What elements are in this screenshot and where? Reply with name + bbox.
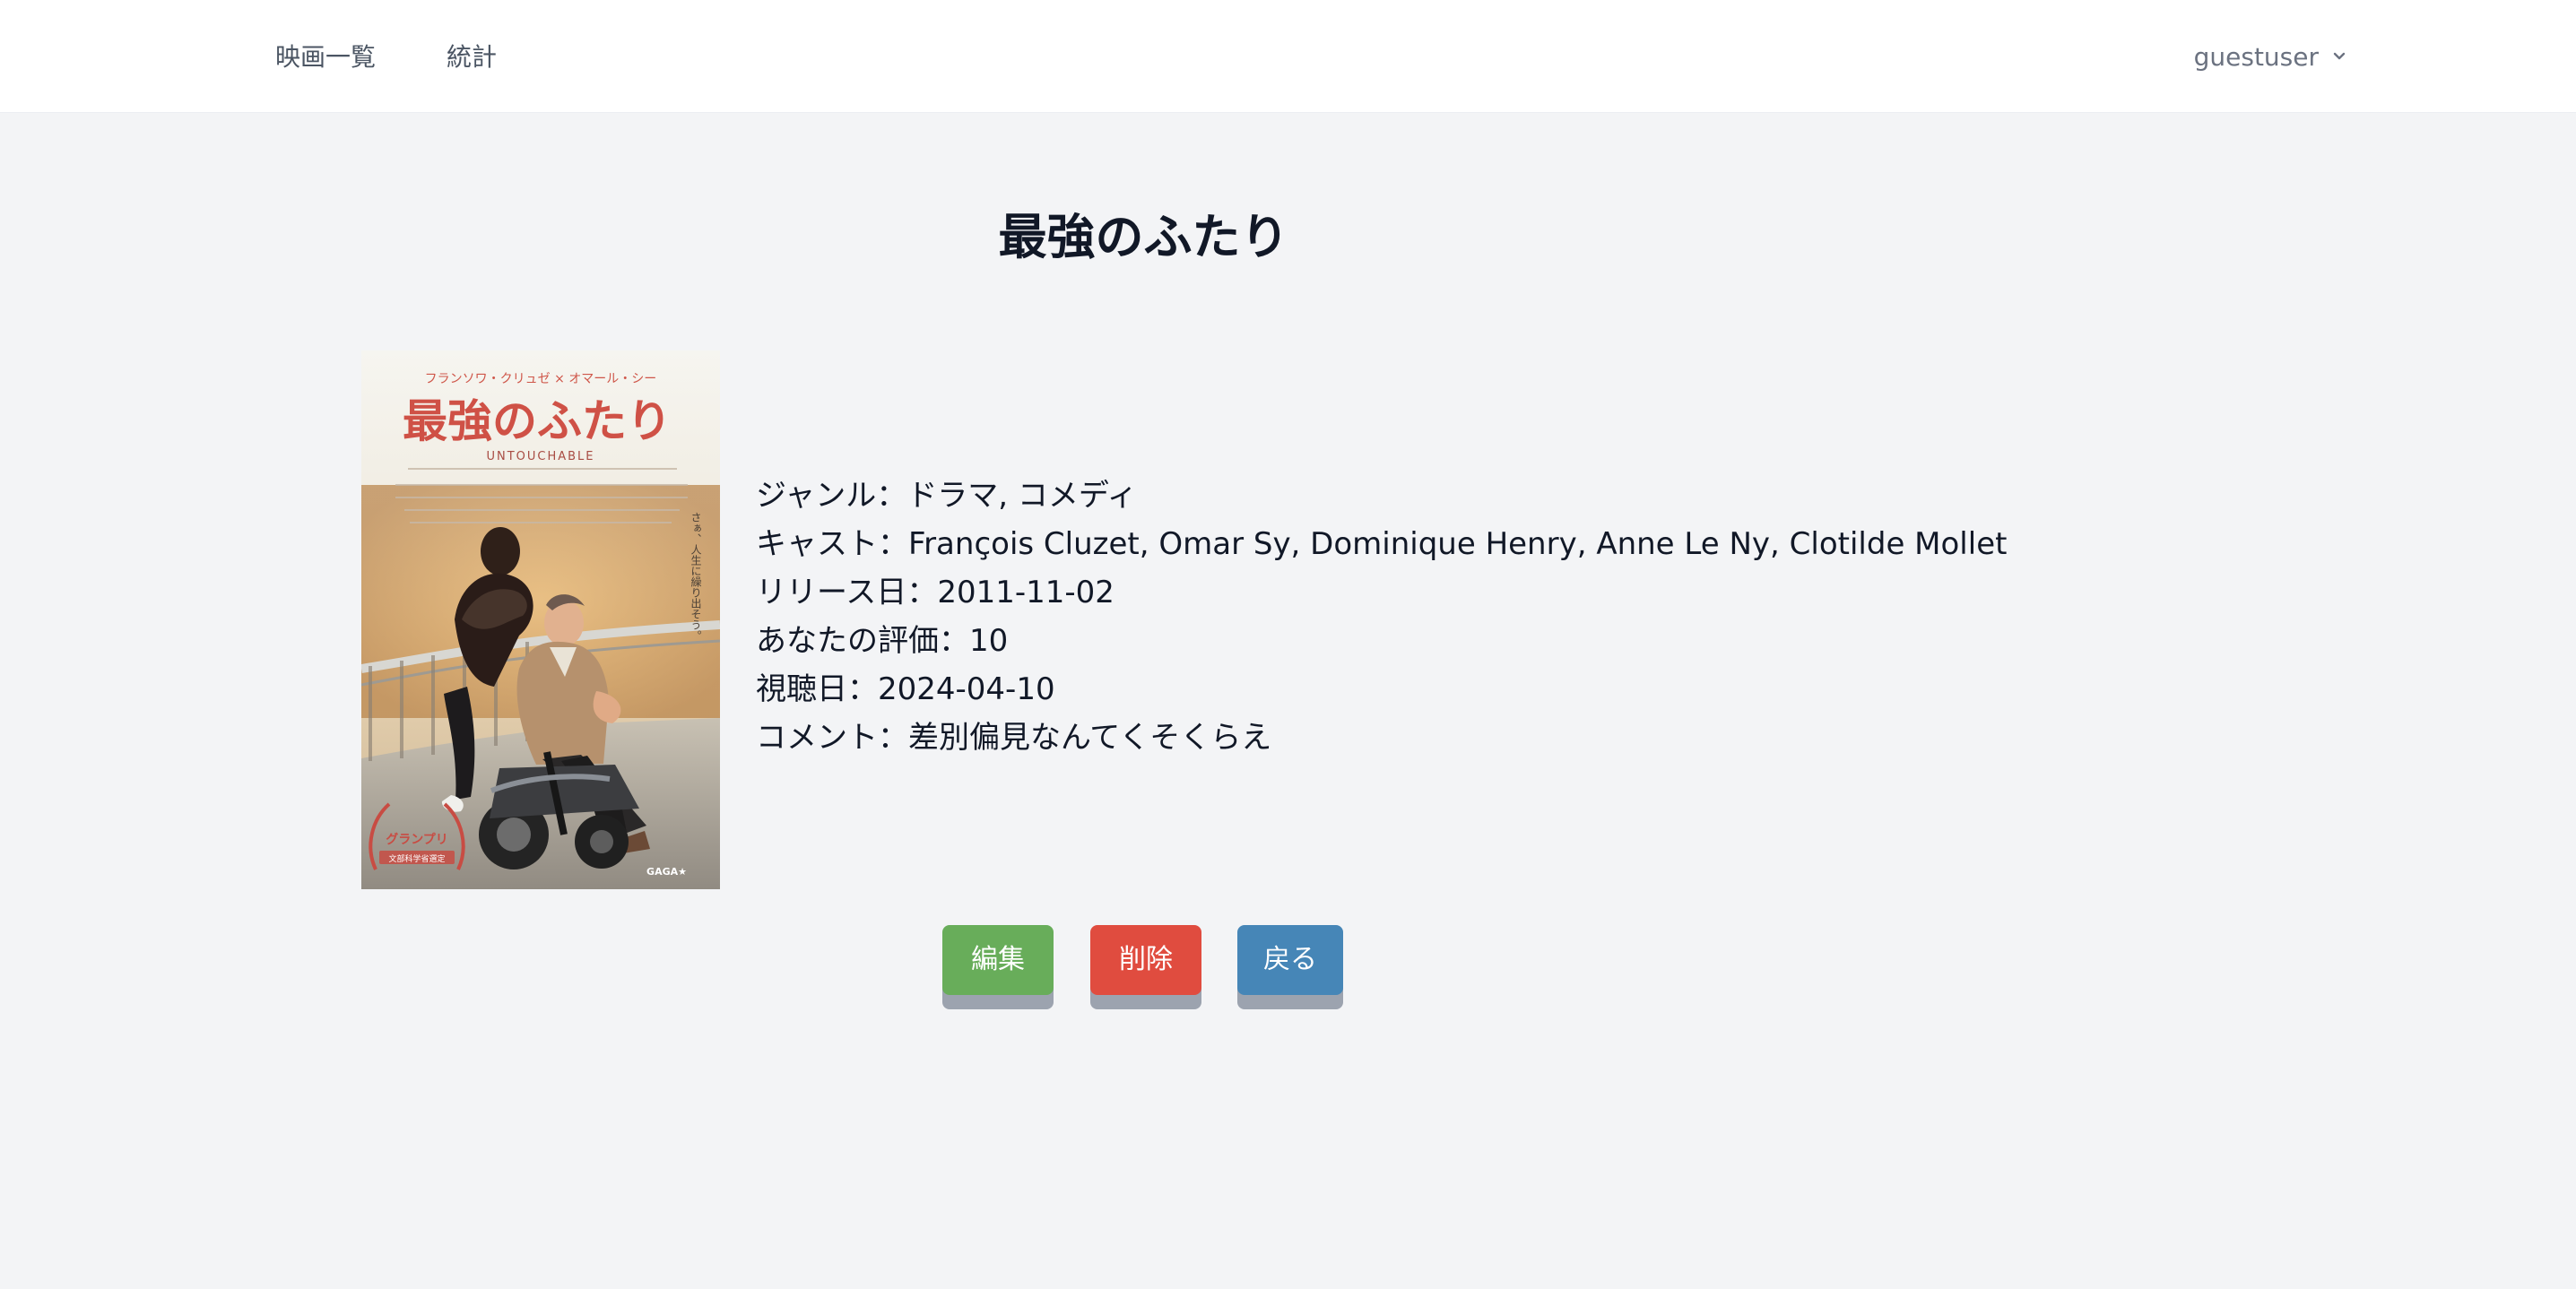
- top-navigation: 映画一覧 統計 guestuser: [0, 0, 2576, 113]
- poster-artwork: フランソワ・クリュゼ × オマール・シー 最強のふたり UNTOUCHABLE …: [361, 350, 720, 889]
- watched-date-label: 視聴日: [756, 671, 847, 707]
- chevron-down-icon-svg: [2333, 52, 2346, 60]
- release-date-value: 2011-11-02: [937, 575, 1115, 610]
- poster-top-caption: フランソワ・クリュゼ × オマール・シー: [425, 372, 657, 386]
- back-button[interactable]: 戻る: [1237, 925, 1343, 995]
- page-title: 最強のふたり: [998, 209, 1289, 265]
- watched-date-row: 視聴日：2024-04-10: [756, 665, 2056, 714]
- edit-button[interactable]: 編集: [942, 925, 1054, 995]
- rating-row: あなたの評価：10: [756, 617, 2056, 665]
- movie-actions: 編集 削除 戻る: [942, 925, 1346, 1015]
- cast-value: François Cluzet, Omar Sy, Dominique Henr…: [908, 526, 2008, 562]
- comment-label: コメント: [756, 720, 878, 756]
- poster-subtitle: UNTOUCHABLE: [486, 450, 594, 463]
- detail-separator: ：: [939, 623, 969, 659]
- detail-separator: ：: [878, 526, 908, 562]
- poster-distributor: GAGA★: [646, 866, 687, 878]
- movie-poster: フランソワ・クリュゼ × オマール・シー 最強のふたり UNTOUCHABLE …: [361, 350, 720, 889]
- genre-row: ジャンル：ドラマ, コメディ: [756, 471, 2056, 520]
- comment-value: 差別偏見なんてくそくらえ: [908, 720, 1272, 756]
- detail-separator: ：: [878, 720, 908, 756]
- statistics-link[interactable]: 統計: [447, 39, 497, 75]
- cast-row: キャスト：François Cluzet, Omar Sy, Dominique…: [756, 520, 2056, 568]
- username: guestuser: [2193, 42, 2319, 72]
- chevron-down-icon: [2329, 47, 2349, 66]
- poster-award-detail: 文部科学省選定: [388, 853, 445, 864]
- rating-value: 10: [969, 623, 1009, 659]
- detail-separator: ：: [847, 671, 878, 707]
- watched-date-value: 2024-04-10: [878, 671, 1055, 707]
- user-menu[interactable]: guestuser: [2194, 39, 2349, 75]
- poster-title: 最強のふたり: [403, 395, 672, 447]
- release-date-row: リリース日：2011-11-02: [756, 568, 2056, 617]
- poster-award-text: グランプリ: [386, 832, 448, 847]
- release-date-label: リリース日: [756, 575, 907, 610]
- delete-button[interactable]: 削除: [1090, 925, 1201, 995]
- rating-label: あなたの評価: [756, 623, 939, 659]
- movies-list-link[interactable]: 映画一覧: [275, 39, 376, 75]
- poster-side-copy: さぁ、人生に繰り出そう。: [690, 512, 702, 641]
- movie-detail-page: 最強のふたり フランソワ・クリュゼ × オマール・シー 最強のふたり UNTOU…: [0, 113, 2576, 1289]
- genre-value: ドラマ, コメディ: [906, 478, 1138, 514]
- detail-separator: ：: [906, 575, 938, 610]
- genre-label: ジャンル: [756, 478, 877, 514]
- movie-details: ジャンル：ドラマ, コメディ キャスト：François Cluzet, Oma…: [756, 471, 2056, 762]
- cast-label: キャスト: [756, 526, 878, 562]
- comment-row: コメント：差別偏見なんてくそくらえ: [756, 714, 2056, 762]
- detail-separator: ：: [876, 478, 907, 514]
